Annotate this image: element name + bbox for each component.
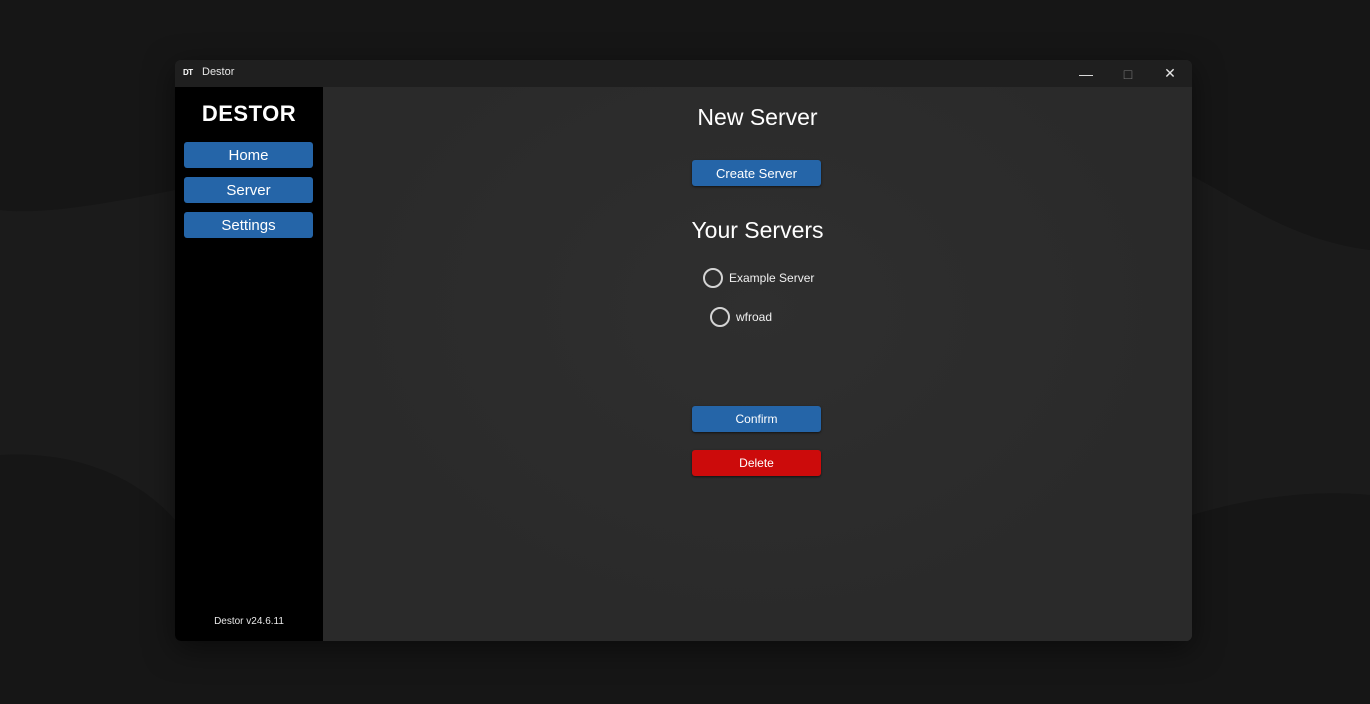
radio-button[interactable]: [710, 307, 730, 327]
server-option-label: Example Server: [729, 271, 815, 285]
brand-title: DESTOR: [201, 101, 297, 126]
create-server-label: Create Server: [716, 165, 797, 181]
minimize-button[interactable]: —: [1065, 60, 1107, 87]
maximize-icon: □: [1123, 65, 1133, 82]
sidebar-item-server[interactable]: Server: [184, 177, 313, 203]
your-servers-heading: Your Servers: [691, 217, 824, 243]
window-title: Destor: [202, 66, 235, 78]
sidebar-item-label: Server: [226, 181, 271, 199]
new-server-heading: New Server: [697, 104, 818, 130]
confirm-label: Confirm: [735, 412, 778, 426]
version-label: Destor v24.6.11: [214, 616, 284, 627]
minimize-icon: —: [1079, 65, 1093, 82]
maximize-button[interactable]: □: [1107, 60, 1149, 87]
sidebar: DESTOR Home Server Settings Destor v24.6…: [175, 87, 323, 641]
app-logo-icon: DT: [183, 68, 193, 77]
sidebar-item-settings[interactable]: Settings: [184, 212, 313, 238]
delete-label: Delete: [739, 456, 774, 470]
close-button[interactable]: ✕: [1149, 60, 1191, 87]
app-window: DT Destor — □ ✕ DESTOR Home Server Setti…: [175, 60, 1192, 641]
delete-button[interactable]: Delete: [692, 450, 821, 476]
server-option-wfroad[interactable]: wfroad: [710, 306, 772, 328]
sidebar-item-home[interactable]: Home: [184, 142, 313, 168]
title-bar[interactable]: DT Destor — □ ✕: [175, 60, 1192, 87]
confirm-button[interactable]: Confirm: [692, 406, 821, 432]
create-server-button[interactable]: Create Server: [692, 160, 821, 186]
server-option-label: wfroad: [736, 310, 773, 324]
radio-button[interactable]: [703, 268, 723, 288]
close-icon: ✕: [1164, 65, 1176, 81]
sidebar-item-label: Settings: [221, 216, 276, 234]
sidebar-item-label: Home: [228, 146, 269, 164]
main-content: New Server Create Server Your Servers Ex…: [323, 87, 1192, 641]
server-option-example-server[interactable]: Example Server: [703, 267, 814, 289]
